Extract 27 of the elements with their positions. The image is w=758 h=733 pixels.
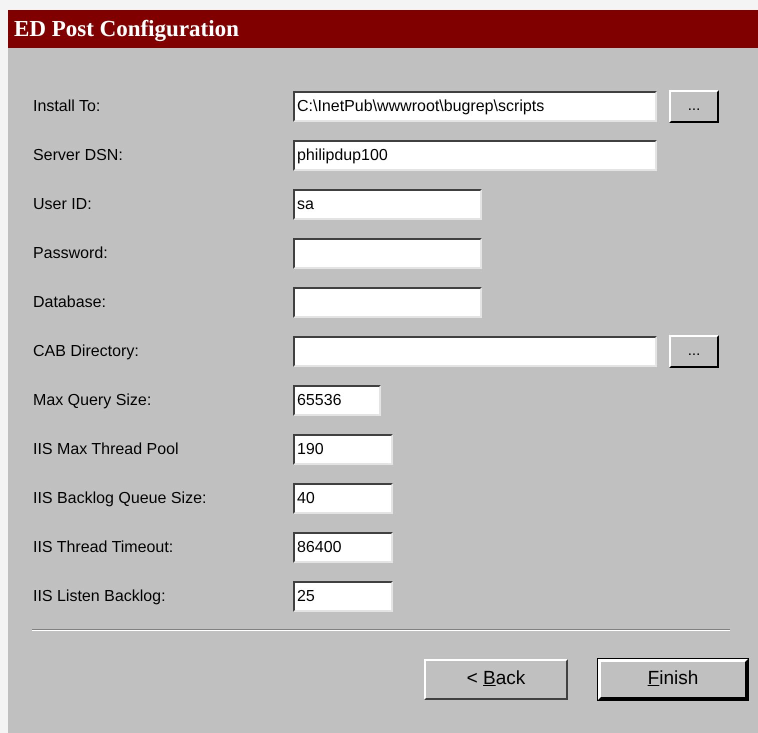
input-field[interactable]: 65536 — [293, 385, 381, 416]
input-field[interactable]: 25 — [293, 581, 393, 612]
input-field[interactable] — [293, 287, 482, 318]
field-label: User ID: — [33, 194, 93, 214]
field-label: IIS Thread Timeout: — [33, 538, 174, 558]
field-label: IIS Backlog Queue Size: — [33, 488, 208, 508]
input-field[interactable]: sa — [293, 189, 482, 220]
field-label: Max Query Size: — [33, 390, 152, 410]
back-button[interactable]: < Back — [424, 659, 568, 700]
input-field[interactable]: C:\InetPub\wwwroot\bugrep\scripts — [293, 91, 657, 122]
input-field[interactable]: 86400 — [293, 532, 393, 563]
field-label: Install To: — [33, 96, 102, 116]
field-label: IIS Max Thread Pool — [33, 440, 180, 460]
input-field[interactable]: philipdup100 — [293, 140, 657, 171]
field-label: Password: — [33, 244, 109, 264]
field-label: Server DSN: — [33, 146, 124, 166]
input-field[interactable]: 40 — [293, 483, 393, 514]
input-field[interactable]: 190 — [293, 434, 393, 465]
browse-button[interactable]: ... — [669, 335, 719, 368]
field-label: CAB Directory: — [33, 342, 140, 362]
input-field[interactable] — [293, 238, 482, 269]
field-label: Database: — [33, 292, 107, 312]
window-title: ED Post Configuration — [14, 14, 239, 44]
input-field[interactable] — [293, 336, 657, 367]
browse-button[interactable]: ... — [669, 90, 719, 123]
finish-button[interactable]: Finish — [598, 659, 748, 700]
field-label: IIS Listen Backlog: — [33, 586, 167, 606]
